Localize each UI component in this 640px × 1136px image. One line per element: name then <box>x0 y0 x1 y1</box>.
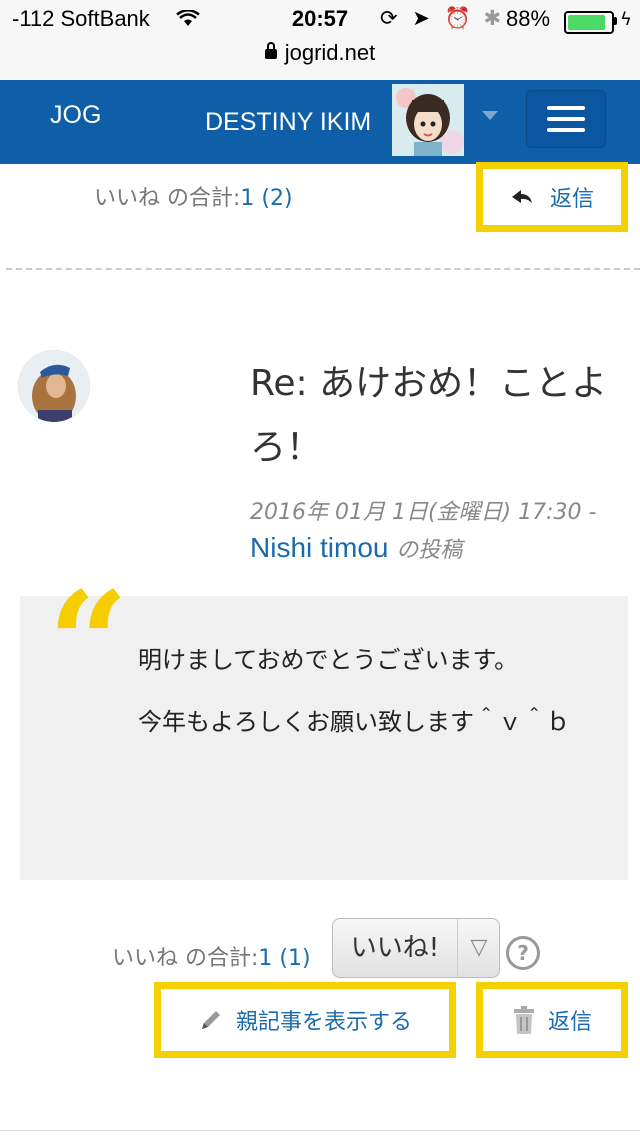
address-bar[interactable]: jogrid.net <box>0 40 640 66</box>
author-suffix: の投稿 <box>396 538 463 563</box>
menu-bar-top <box>547 106 585 110</box>
battery-tip <box>614 17 617 25</box>
pencil-icon <box>201 1011 220 1029</box>
menu-bar-bottom <box>547 128 585 132</box>
previous-reply-button[interactable]: 返信 <box>476 162 628 232</box>
show-parent-label: 親記事を表示する <box>235 1010 412 1035</box>
show-parent-button[interactable]: 親記事を表示する <box>154 982 456 1058</box>
battery-level <box>568 15 605 30</box>
bluetooth-icon: ✱ <box>483 6 502 30</box>
post-paragraph: 今年もよろしくお願い致します＾ｖ＾ｂ <box>138 708 570 736</box>
alarm-icon: ⏰ <box>444 6 471 30</box>
user-avatar[interactable] <box>392 84 464 156</box>
author-photo <box>18 350 90 422</box>
post-title: Re: あけおめ！ことよろ！ <box>250 363 608 468</box>
url-text: jogrid.net <box>284 40 376 65</box>
rotation-lock-icon: ⟳ <box>380 6 398 30</box>
likes-count-link[interactable]: 1 (2) <box>240 186 292 211</box>
post-date: 2016年 01月 1日(金曜日) 17:30 - <box>250 500 597 525</box>
likes-count-link[interactable]: 1 (1) <box>258 946 310 971</box>
reply-arrow-icon <box>511 190 532 203</box>
likes-label: いいね の合計: <box>112 946 259 971</box>
previous-post-likes: いいね の合計:1 (2) <box>94 180 293 212</box>
user-menu-name[interactable]: DESTINY IKIM <box>205 108 371 137</box>
battery-percent: 88% <box>506 6 551 31</box>
reply-label: 返信 <box>547 1010 592 1035</box>
brand-link[interactable]: JOG <box>50 101 101 130</box>
post-content: 明けましておめでとうございます。 今年もよろしくお願い致します＾ｖ＾ｂ <box>138 642 608 766</box>
author-avatar[interactable] <box>18 350 90 422</box>
author-link[interactable]: Nishi timou <box>250 532 388 563</box>
reply-label: 返信 <box>549 187 594 212</box>
reply-button[interactable]: 返信 <box>476 982 628 1058</box>
menu-bar-middle <box>547 117 585 121</box>
post-likes: いいね の合計:1 (1) <box>112 940 311 972</box>
like-rating-select[interactable]: いいね! ▽ <box>332 918 500 978</box>
post-divider <box>6 268 640 270</box>
chevron-down-icon[interactable] <box>482 111 498 120</box>
like-select-value: いいね! <box>350 933 440 963</box>
battery-icon <box>564 11 614 34</box>
post-paragraph: 明けましておめでとうございます。 <box>138 646 519 674</box>
select-arrow-icon: ▽ <box>457 919 499 977</box>
help-icon[interactable]: ? <box>506 936 540 970</box>
hamburger-menu-button[interactable] <box>526 90 606 148</box>
trash-icon <box>513 1006 534 1034</box>
avatar-illustration <box>392 84 464 156</box>
lock-icon <box>264 42 277 59</box>
post-author-line: Nishi timou の投稿 <box>250 532 462 564</box>
status-icons: ⟳ ➤ ⏰ ✱ <box>380 6 501 31</box>
quote-icon: “ <box>48 562 129 726</box>
charging-icon: ϟ <box>620 9 632 30</box>
likes-label: いいね の合計: <box>94 186 241 211</box>
location-icon: ➤ <box>412 6 430 30</box>
page-bottom-border <box>0 1130 640 1131</box>
